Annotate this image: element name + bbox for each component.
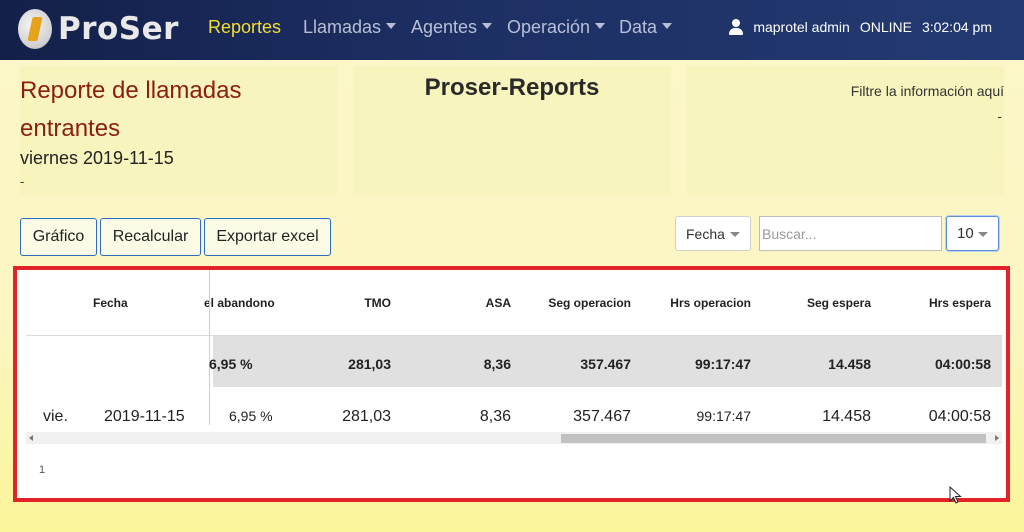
nav-data[interactable]: Data	[619, 17, 673, 38]
report-title: Reporte de llamadas entrantes	[20, 77, 242, 142]
total-seg-espera: 14.458	[828, 356, 871, 372]
chevron-down-icon	[730, 232, 740, 237]
header-hrs-espera[interactable]: Hrs espera	[891, 296, 991, 310]
total-hrs-espera: 04:00:58	[934, 356, 991, 372]
top-navbar: ProSer Reportes Llamadas Agentes Operaci…	[0, 0, 1024, 60]
chevron-down-icon	[386, 23, 397, 29]
total-abandono: 6,95 %	[209, 356, 253, 372]
header-tmo[interactable]: TMO	[326, 296, 391, 310]
data-table: Fecha el abandono TMO ASA Seg operacion …	[26, 270, 1002, 440]
chevron-down-icon	[482, 23, 493, 29]
horizontal-scrollbar[interactable]	[26, 432, 1002, 444]
page-size-value: 10	[957, 225, 974, 242]
nav-llamadas-label: Llamadas	[303, 17, 382, 37]
user-name[interactable]: maprotel admin	[753, 19, 850, 35]
fixed-column-divider	[209, 270, 210, 425]
filter-dash: -	[997, 108, 1002, 124]
row-hrs-operacion: 99:17:47	[696, 408, 752, 424]
page-title: Proser-Reports	[424, 74, 600, 101]
header-seg-espera[interactable]: Seg espera	[771, 296, 871, 310]
sort-field-select[interactable]: Fecha	[675, 216, 751, 251]
total-asa: 8,36	[483, 356, 511, 372]
row-date: 2019-11-15	[104, 408, 185, 425]
total-seg-operacion: 357.467	[580, 356, 631, 372]
chevron-down-icon	[662, 23, 673, 29]
chevron-down-icon	[978, 232, 988, 237]
header-hrs-operacion[interactable]: Hrs operacion	[651, 296, 751, 310]
row-hrs-espera: 04:00:58	[928, 408, 991, 425]
header-fecha[interactable]: Fecha	[93, 296, 128, 310]
header-abandono[interactable]: el abandono	[204, 296, 275, 310]
recalculate-button[interactable]: Recalcular	[100, 218, 201, 256]
scroll-left-icon[interactable]	[29, 435, 33, 441]
row-asa: 8,36	[479, 408, 511, 425]
total-hrs-operacion: 99:17:47	[694, 356, 751, 372]
page-size-select[interactable]: 10	[946, 216, 999, 251]
nav-operacion[interactable]: Operación	[507, 17, 606, 38]
scrollbar-thumb[interactable]	[561, 434, 986, 443]
nav-reportes-label: Reportes	[208, 17, 282, 37]
sort-field-value: Fecha	[686, 225, 725, 242]
pagination-page[interactable]: 1	[39, 464, 45, 476]
chevron-down-icon	[595, 23, 606, 29]
highlighted-table-region: Fecha el abandono TMO ASA Seg operacion …	[13, 266, 1010, 504]
nav-operacion-label: Operación	[507, 17, 591, 37]
user-icon	[729, 19, 744, 35]
row-seg-espera: 14.458	[822, 408, 871, 425]
clock: 3:02:04 pm	[921, 19, 992, 35]
nav-agentes-label: Agentes	[411, 17, 478, 37]
app-logo[interactable]: ProSer	[18, 9, 179, 49]
nav-data-label: Data	[619, 17, 658, 37]
report-date: viernes 2019-11-15	[20, 148, 174, 168]
row-seg-operacion: 357.467	[573, 408, 631, 425]
nav-reportes[interactable]: Reportes	[208, 17, 281, 38]
center-panel: Proser-Reports	[353, 66, 671, 195]
total-tmo: 281,03	[348, 356, 391, 372]
filter-label[interactable]: Filtre la información aquí	[851, 83, 1004, 99]
nav-llamadas[interactable]: Llamadas	[303, 17, 397, 38]
report-info-panel: Reporte de llamadas entrantes viernes 20…	[20, 66, 337, 195]
header-seg-operacion[interactable]: Seg operacion	[531, 296, 631, 310]
row-day: vie.	[43, 408, 68, 425]
online-status: ONLINE	[859, 19, 912, 35]
header-asa[interactable]: ASA	[446, 296, 511, 310]
search-input[interactable]	[759, 216, 942, 251]
logo-icon	[18, 9, 52, 49]
row-tmo: 281,03	[342, 408, 391, 425]
chart-button[interactable]: Gráfico	[20, 218, 97, 256]
scroll-right-icon[interactable]	[995, 435, 999, 441]
export-excel-button[interactable]: Exportar excel	[204, 218, 331, 256]
user-status: maprotel admin ONLINE 3:02:04 pm	[729, 19, 992, 35]
mouse-cursor-icon	[949, 486, 962, 504]
nav-agentes[interactable]: Agentes	[411, 17, 493, 38]
row-abandono: 6,95 %	[229, 408, 273, 424]
report-dash: -	[20, 174, 25, 189]
filter-panel: Filtre la información aquí -	[687, 66, 1004, 195]
logo-text: ProSer	[58, 11, 179, 47]
